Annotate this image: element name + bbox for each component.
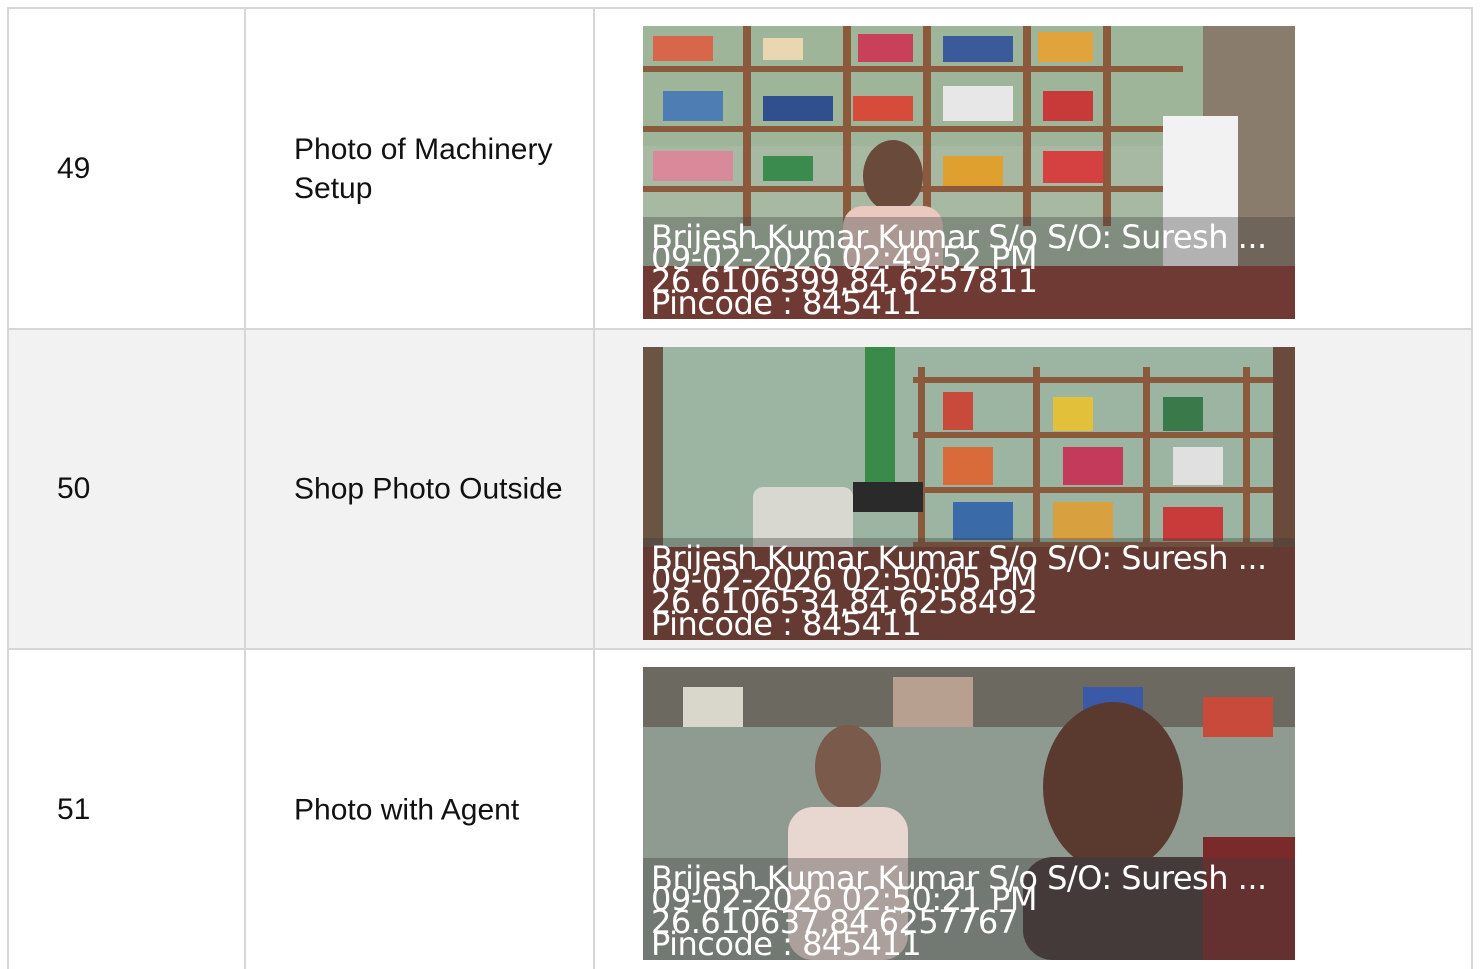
photo-caption-overlay: Brijesh Kumar Kumar S/o S/O: Suresh ... … xyxy=(643,217,1295,319)
photo-pincode: Pincode : 845411 xyxy=(651,284,922,319)
table-row: 51 Photo with Agent Brijesh Kumar Kumar … xyxy=(7,648,1473,969)
photo-pincode: Pincode : 845411 xyxy=(651,605,922,640)
row-photo-cell: Brijesh Kumar Kumar S/o S/O: Suresh ... … xyxy=(593,9,1473,328)
table-row: 50 Shop Photo Outside Brijesh Kumar Kuma… xyxy=(7,328,1473,648)
row-number: 49 xyxy=(57,151,91,185)
row-number-cell: 51 xyxy=(7,650,244,969)
geotagged-photo[interactable]: Brijesh Kumar Kumar S/o S/O: Suresh ... … xyxy=(643,347,1295,640)
row-label-cell: Photo with Agent xyxy=(244,650,593,969)
row-label: Shop Photo Outside xyxy=(294,472,563,506)
row-photo-cell: Brijesh Kumar Kumar S/o S/O: Suresh ... … xyxy=(593,650,1473,969)
photo-caption-overlay: Brijesh Kumar Kumar S/o S/O: Suresh ... … xyxy=(643,858,1295,960)
row-label: Photo of Machinery Setup xyxy=(294,132,553,205)
row-number: 51 xyxy=(57,792,91,826)
row-label-cell: Shop Photo Outside xyxy=(244,330,593,648)
row-label-cell: Photo of Machinery Setup xyxy=(244,9,593,328)
row-photo-cell: Brijesh Kumar Kumar S/o S/O: Suresh ... … xyxy=(593,330,1473,648)
row-number-cell: 50 xyxy=(7,330,244,648)
row-number-cell: 49 xyxy=(7,9,244,328)
photo-caption-overlay: Brijesh Kumar Kumar S/o S/O: Suresh ... … xyxy=(643,538,1295,640)
row-label: Photo with Agent xyxy=(294,793,520,826)
photo-pincode: Pincode : 845411 xyxy=(651,925,922,960)
geotagged-photo[interactable]: Brijesh Kumar Kumar S/o S/O: Suresh ... … xyxy=(643,26,1295,319)
row-number: 50 xyxy=(57,472,91,505)
table-row: 49 Photo of Machinery Setup Brijesh Kuma… xyxy=(7,7,1473,328)
geotagged-photo[interactable]: Brijesh Kumar Kumar S/o S/O: Suresh ... … xyxy=(643,667,1295,960)
